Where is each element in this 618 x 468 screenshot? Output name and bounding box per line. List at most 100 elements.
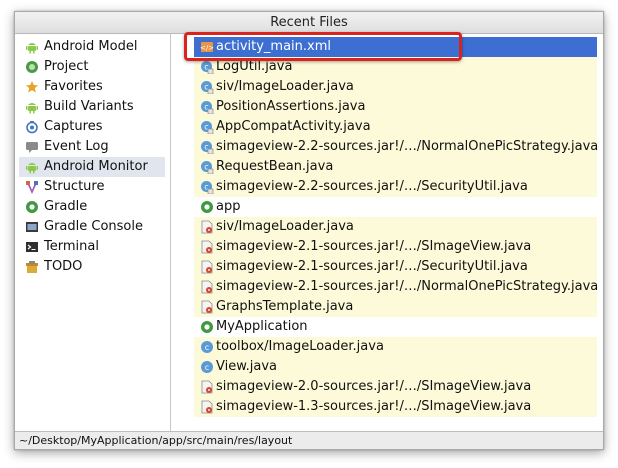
file-name: simageview-2.1-sources.jar!/…/SecurityUt… [216, 259, 528, 274]
sidebar-item-label: Android Monitor [44, 159, 148, 174]
module-icon [200, 320, 214, 334]
file-item[interactable]: simageview-2.1-sources.jar!/…/SImageView… [194, 237, 597, 257]
gradle-icon [25, 200, 39, 214]
android-icon [25, 160, 39, 174]
svg-text:c: c [205, 363, 209, 372]
sidebar-item-android-model[interactable]: Android Model [19, 37, 165, 57]
java-class-plain-icon: c [200, 340, 214, 354]
java-class-icon: c [200, 140, 214, 155]
sidebar-item-project[interactable]: Project [19, 57, 165, 77]
java-locked-icon [200, 300, 214, 314]
file-name: RequestBean.java [216, 159, 334, 174]
java-class-icon: c [200, 160, 214, 175]
file-item[interactable]: c View.java [194, 357, 597, 377]
file-name: activity_main.xml [216, 39, 332, 54]
sidebar-item-captures[interactable]: Captures [19, 117, 165, 137]
star-icon [25, 80, 39, 94]
sidebar-item-label: Build Variants [44, 99, 134, 114]
java-class-icon: c [200, 120, 214, 135]
java-locked-icon [200, 260, 214, 274]
java-class-plain-icon: c [200, 360, 214, 374]
console-icon [25, 220, 39, 234]
svg-text:c: c [205, 343, 209, 352]
sidebar-item-label: Gradle Console [44, 219, 143, 234]
file-item[interactable]: simageview-2.1-sources.jar!/…/SecurityUt… [194, 257, 597, 277]
sidebar-item-label: Event Log [44, 139, 109, 154]
file-item[interactable]: c PositionAssertions.java [194, 97, 597, 117]
sidebar-item-gradle-console[interactable]: Gradle Console [19, 217, 165, 237]
file-name: View.java [216, 359, 278, 374]
file-item[interactable]: siv/ImageLoader.java [194, 217, 597, 237]
android-icon [25, 40, 39, 54]
file-name: simageview-2.1-sources.jar!/…/SImageView… [216, 239, 532, 254]
file-item[interactable]: c AppCompatActivity.java [194, 117, 597, 137]
java-class-icon: c [200, 180, 214, 195]
file-item[interactable]: c simageview-2.2-sources.jar!/…/Security… [194, 177, 597, 197]
java-class-icon: c [200, 100, 214, 115]
xml-file-icon: </> [200, 40, 214, 54]
file-item[interactable]: </> activity_main.xml [194, 37, 597, 57]
file-item[interactable]: c RequestBean.java [194, 157, 597, 177]
file-name: AppCompatActivity.java [216, 119, 371, 134]
android-icon [25, 100, 39, 114]
file-name: MyApplication [216, 319, 308, 334]
sidebar-item-label: Captures [44, 119, 103, 134]
file-item[interactable]: simageview-2.1-sources.jar!/…/NormalOneP… [194, 277, 599, 297]
window-title: Recent Files [15, 12, 603, 34]
sidebar-item-gradle[interactable]: Gradle [19, 197, 165, 217]
file-name: siv/ImageLoader.java [216, 219, 354, 234]
file-name: simageview-1.3-sources.jar!/…/SImageView… [216, 399, 532, 414]
sidebar-item-android-monitor[interactable]: Android Monitor [19, 157, 165, 177]
sidebar-item-favorites[interactable]: Favorites [19, 77, 165, 97]
sidebar-item-label: Terminal [44, 239, 99, 254]
sidebar-item-label: Favorites [44, 79, 103, 94]
java-locked-icon [200, 380, 214, 394]
file-item[interactable]: MyApplication [194, 317, 597, 337]
file-name: simageview-2.2-sources.jar!/…/SecurityUt… [216, 179, 528, 194]
file-item[interactable]: app [194, 197, 597, 217]
sidebar-item-event-log[interactable]: Event Log [19, 137, 165, 157]
file-item[interactable]: c siv/ImageLoader.java [194, 77, 597, 97]
sidebar-item-terminal[interactable]: Terminal [19, 237, 165, 257]
file-name: toolbox/ImageLoader.java [216, 339, 384, 354]
java-locked-icon [200, 220, 214, 234]
sidebar-item-todo[interactable]: TODO [19, 257, 165, 277]
java-locked-icon [200, 400, 214, 414]
sidebar-item-build-variants[interactable]: Build Variants [19, 97, 165, 117]
project-icon [25, 60, 39, 74]
file-name: app [216, 199, 241, 214]
recent-files-window: Recent Files Android Model Project Favor… [14, 11, 604, 450]
file-item[interactable]: c LogUtil.java [194, 57, 597, 77]
file-name: GraphsTemplate.java [216, 299, 354, 314]
file-name: simageview-2.0-sources.jar!/…/SImageView… [216, 379, 532, 394]
event-log-icon [25, 140, 39, 154]
status-path: ~/Desktop/MyApplication/app/src/main/res… [15, 431, 603, 449]
sidebar-item-label: Android Model [44, 39, 138, 54]
java-class-icon: c [200, 80, 214, 95]
sidebar-item-label: Structure [44, 179, 105, 194]
todo-icon [25, 260, 39, 274]
java-locked-icon [200, 280, 214, 294]
tool-window-sidebar: Android Model Project Favorites Build Va… [15, 34, 171, 431]
sidebar-item-label: TODO [44, 259, 83, 274]
file-name: LogUtil.java [216, 59, 293, 74]
recent-files-list: </> activity_main.xml c LogUtil.java c s… [171, 34, 603, 431]
file-item[interactable]: simageview-1.3-sources.jar!/…/SImageView… [194, 397, 597, 417]
module-icon [200, 200, 214, 214]
file-item[interactable]: c toolbox/ImageLoader.java [194, 337, 597, 357]
file-name: siv/ImageLoader.java [216, 79, 354, 94]
terminal-icon [25, 240, 39, 254]
file-name: simageview-2.2-sources.jar!/…/NormalOneP… [216, 139, 599, 154]
structure-icon [25, 180, 39, 194]
sidebar-item-label: Gradle [44, 199, 88, 214]
java-class-icon: c [200, 60, 214, 75]
camera-icon [25, 120, 39, 134]
file-item[interactable]: simageview-2.0-sources.jar!/…/SImageView… [194, 377, 597, 397]
file-name: simageview-2.1-sources.jar!/…/NormalOneP… [216, 279, 599, 294]
java-locked-icon [200, 240, 214, 254]
sidebar-item-structure[interactable]: Structure [19, 177, 165, 197]
svg-text:</>: </> [200, 44, 214, 52]
file-item[interactable]: c simageview-2.2-sources.jar!/…/NormalOn… [194, 137, 599, 157]
file-item[interactable]: GraphsTemplate.java [194, 297, 597, 317]
sidebar-item-label: Project [44, 59, 89, 74]
